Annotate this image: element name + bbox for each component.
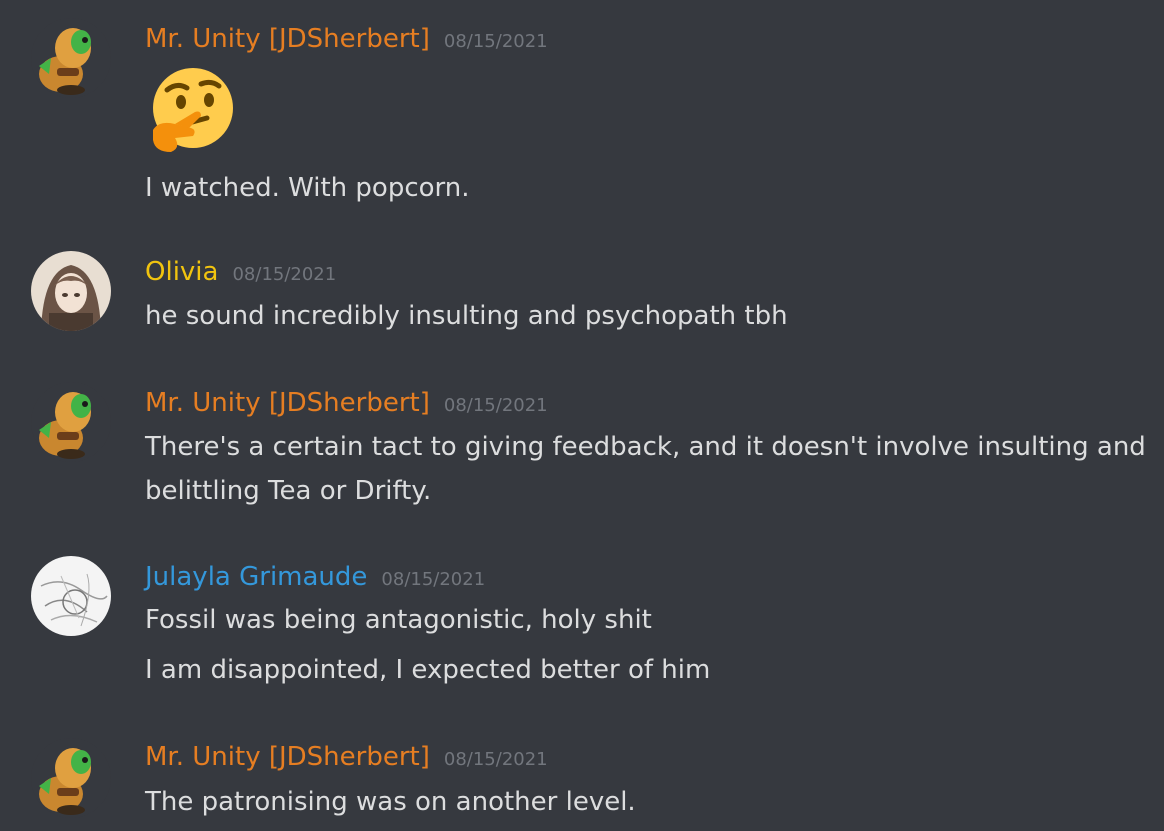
username[interactable]: Olivia	[145, 257, 218, 287]
message-text: There's a certain tact to giving feedbac…	[145, 432, 1146, 462]
message-header: Mr. Unity [JDSherbert] 08/15/2021	[145, 24, 548, 54]
message-text: Fossil was being antagonistic, holy shit	[145, 605, 652, 635]
message-header: Mr. Unity [JDSherbert] 08/15/2021	[145, 388, 548, 418]
avatar-mr-unity[interactable]	[31, 738, 111, 818]
message-text: I am disappointed, I expected better of …	[145, 655, 711, 685]
message-text: he sound incredibly insulting and psycho…	[145, 301, 788, 331]
timestamp[interactable]: 08/15/2021	[444, 749, 548, 770]
thinking-face-icon	[145, 64, 241, 164]
message-text: I watched. With popcorn.	[145, 173, 470, 203]
message-group: Mr. Unity [JDSherbert] 08/15/2021 I watch…	[0, 0, 1164, 230]
timestamp[interactable]: 08/15/2021	[444, 395, 548, 416]
message-text: belittling Tea or Drifty.	[145, 476, 432, 506]
message-text: The patronising was on another level.	[145, 787, 636, 817]
username[interactable]: Julayla Grimaude	[145, 562, 367, 592]
username[interactable]: Mr. Unity [JDSherbert]	[145, 24, 430, 54]
message-group: Olivia 08/15/2021 he sound incredibly ins…	[0, 230, 1164, 364]
message-header: Mr. Unity [JDSherbert] 08/15/2021	[145, 742, 548, 772]
username[interactable]: Mr. Unity [JDSherbert]	[145, 388, 430, 418]
message-group: Mr. Unity [JDSherbert] 08/15/2021 There's…	[0, 364, 1164, 544]
message-group: Mr. Unity [JDSherbert] 08/15/2021 The pat…	[0, 724, 1164, 831]
username[interactable]: Mr. Unity [JDSherbert]	[145, 742, 430, 772]
message-group: Julayla Grimaude 08/15/2021 Fossil was be…	[0, 544, 1164, 724]
avatar-olivia[interactable]	[31, 251, 111, 331]
timestamp[interactable]: 08/15/2021	[444, 31, 548, 52]
avatar-julayla[interactable]	[31, 556, 111, 636]
timestamp[interactable]: 08/15/2021	[232, 264, 336, 285]
avatar-mr-unity[interactable]	[31, 18, 111, 98]
chat-message-list: Mr. Unity [JDSherbert] 08/15/2021 I watch…	[0, 0, 1164, 831]
message-header: Julayla Grimaude 08/15/2021	[145, 562, 485, 592]
timestamp[interactable]: 08/15/2021	[381, 569, 485, 590]
message-header: Olivia 08/15/2021	[145, 257, 336, 287]
avatar-mr-unity[interactable]	[31, 382, 111, 462]
